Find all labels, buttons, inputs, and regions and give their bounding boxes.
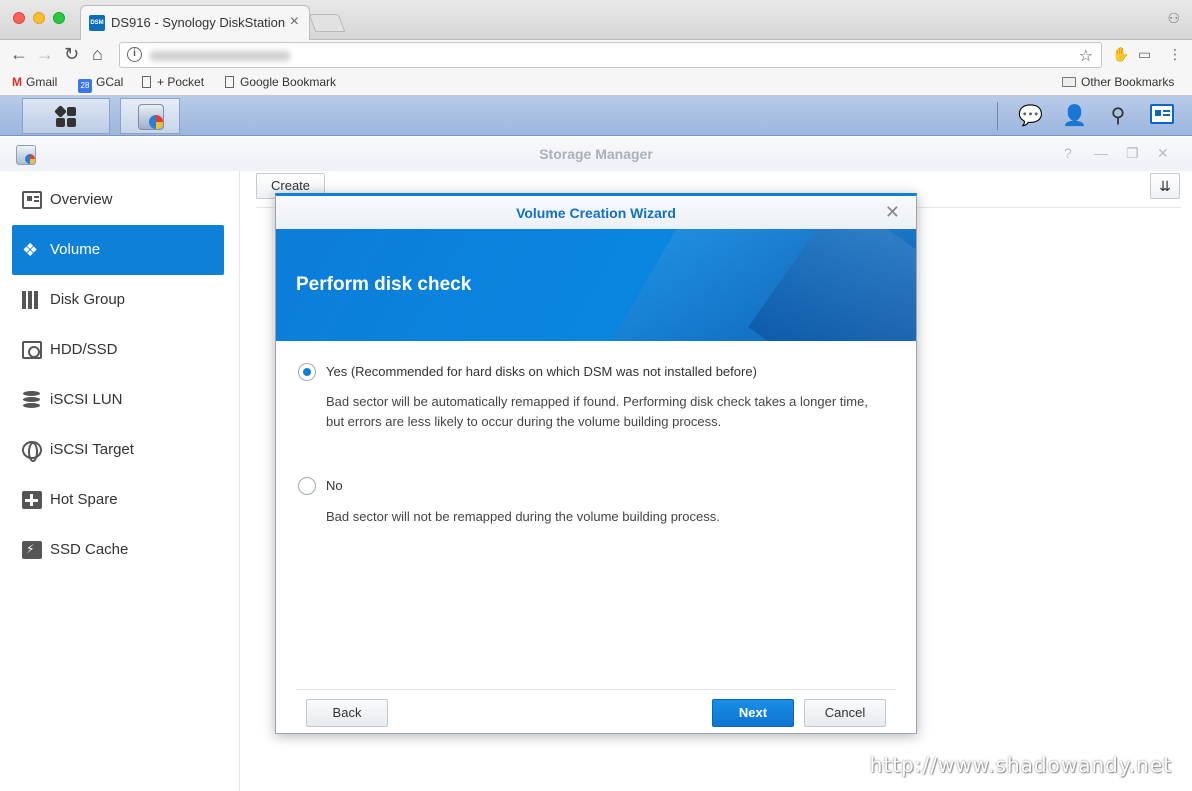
sidebar-item-hdd-ssd[interactable]: HDD/SSD (12, 325, 224, 375)
new-tab-button[interactable] (308, 14, 346, 32)
overview-icon (22, 191, 42, 209)
dialog-title: Volume Creation Wizard (516, 205, 676, 221)
globe-icon (22, 441, 42, 462)
window-minimize-button[interactable] (33, 12, 45, 24)
wizard-banner: Perform disk check (276, 229, 916, 341)
lightning-icon (22, 541, 42, 559)
profile-icon[interactable]: ⚇ (1167, 10, 1180, 27)
close-icon[interactable]: ✕ (1157, 145, 1169, 162)
window-title: Storage Manager (539, 146, 653, 162)
volume-creation-wizard-dialog: Volume Creation Wizard ✕ Perform disk ch… (275, 193, 917, 734)
sidebar-item-volume[interactable]: ❖ Volume (12, 225, 224, 275)
back-button[interactable]: Back (306, 699, 388, 727)
sidebar-item-hot-spare[interactable]: Hot Spare (12, 475, 224, 525)
sidebar-item-iscsi-target[interactable]: iSCSI Target (12, 425, 224, 475)
sort-icon[interactable]: ⇊ (1150, 173, 1180, 199)
bookmark-gmail[interactable]: M Gmail (12, 75, 57, 89)
sidebar-item-label: Overview (50, 191, 113, 208)
sidebar-item-iscsi-lun[interactable]: iSCSI LUN (12, 375, 224, 425)
page-icon (142, 76, 151, 88)
bookmark-pocket[interactable]: + Pocket (142, 75, 204, 89)
database-icon (22, 391, 42, 409)
search-icon[interactable]: ⚲ (1106, 104, 1130, 128)
window-zoom-button[interactable] (53, 12, 65, 24)
disk-check-no-description: Bad sector will not be remapped during t… (326, 509, 720, 524)
disk-check-yes-radio[interactable] (298, 363, 316, 381)
user-icon[interactable]: 👤 (1062, 104, 1087, 128)
sidebar-item-overview[interactable]: Overview (12, 175, 224, 225)
bookmark-other[interactable]: Other Bookmarks (1062, 75, 1174, 89)
address-bar[interactable]: i ☆ (119, 42, 1102, 68)
sidebar: Overview ❖ Volume Disk Group HDD/SSD iSC… (0, 171, 240, 791)
sidebar-item-label: iSCSI LUN (50, 391, 123, 408)
sidebar-item-label: HDD/SSD (50, 341, 118, 358)
cast-icon[interactable]: ▭ (1138, 46, 1151, 63)
notification-chat-icon[interactable]: 💬 (1018, 104, 1043, 128)
forward-arrow-icon[interactable]: → (36, 44, 54, 64)
tab-close-icon[interactable]: × (290, 13, 299, 31)
window-titlebar: Storage Manager ? — ❐ ✕ (0, 137, 1192, 171)
window-close-button[interactable] (13, 12, 25, 24)
tab-title: DS916 - Synology DiskStation (111, 15, 286, 30)
disk-check-no-label[interactable]: No (326, 478, 343, 493)
extension-icon[interactable]: ✋ (1112, 46, 1129, 63)
sidebar-item-label: SSD Cache (50, 541, 129, 558)
disk-group-icon (22, 291, 42, 309)
back-arrow-icon[interactable]: ← (10, 44, 28, 64)
bookmark-google[interactable]: Google Bookmark (225, 75, 336, 89)
main-menu-button[interactable] (22, 98, 110, 134)
watermark: http://www.shadowandy.net (869, 753, 1172, 777)
disk-check-yes-label[interactable]: Yes (Recommended for hard disks on which… (326, 364, 757, 379)
sidebar-item-label: iSCSI Target (50, 441, 134, 458)
sidebar-item-label: Hot Spare (50, 491, 118, 508)
blurred-url (150, 51, 290, 61)
disk-check-yes-description: Bad sector will be automatically remappe… (326, 394, 868, 429)
dsm-favicon-icon: DSM (89, 15, 105, 31)
help-icon[interactable]: ? (1064, 145, 1072, 161)
bookmark-star-icon[interactable]: ☆ (1079, 46, 1093, 66)
page-icon (225, 76, 234, 88)
next-button[interactable]: Next (712, 699, 794, 727)
sidebar-item-label: Disk Group (50, 291, 126, 308)
plus-box-icon (22, 491, 42, 509)
dialog-footer-divider (296, 689, 896, 690)
sidebar-item-disk-group[interactable]: Disk Group (12, 275, 224, 325)
info-icon[interactable]: i (127, 47, 142, 62)
gmail-icon: M (12, 75, 22, 89)
disk-check-no-radio[interactable] (298, 477, 316, 495)
folder-icon (1062, 77, 1076, 87)
dialog-header: Volume Creation Wizard ✕ (276, 196, 916, 229)
sidebar-item-label: Volume (50, 241, 101, 258)
widgets-icon[interactable] (1150, 104, 1174, 124)
browser-tab[interactable]: DSM DS916 - Synology DiskStation × (80, 5, 310, 41)
hdd-icon (22, 341, 42, 359)
calendar-icon: 28 (78, 79, 92, 93)
bookmark-gcal[interactable]: 28 GCal (78, 75, 123, 93)
cancel-button[interactable]: Cancel (804, 699, 886, 727)
sidebar-item-ssd-cache[interactable]: SSD Cache (12, 525, 224, 575)
storage-manager-taskbar-button[interactable] (120, 98, 180, 134)
app-grid-icon (54, 105, 76, 127)
bookmarks-bar: M Gmail 28 GCal + Pocket Google Bookmark O… (0, 70, 1192, 96)
browser-toolbar: ← → ↻ ⌂ i ☆ ✋ ▭ ⋮ (0, 40, 1192, 70)
reload-icon[interactable]: ↻ (64, 44, 79, 64)
menu-kebab-icon[interactable]: ⋮ (1168, 46, 1182, 63)
dsm-taskbar: 💬 👤 ⚲ (0, 96, 1192, 136)
volume-cubes-icon: ❖ (22, 240, 39, 260)
storage-manager-icon (138, 104, 164, 130)
minimize-icon[interactable]: — (1094, 145, 1108, 161)
dialog-close-icon[interactable]: ✕ (885, 202, 900, 223)
maximize-icon[interactable]: ❐ (1126, 145, 1139, 162)
taskbar-divider (997, 102, 998, 130)
step-heading: Perform disk check (296, 274, 472, 295)
home-icon[interactable]: ⌂ (92, 44, 103, 64)
browser-titlebar: DSM DS916 - Synology DiskStation × ⚇ (0, 0, 1192, 41)
